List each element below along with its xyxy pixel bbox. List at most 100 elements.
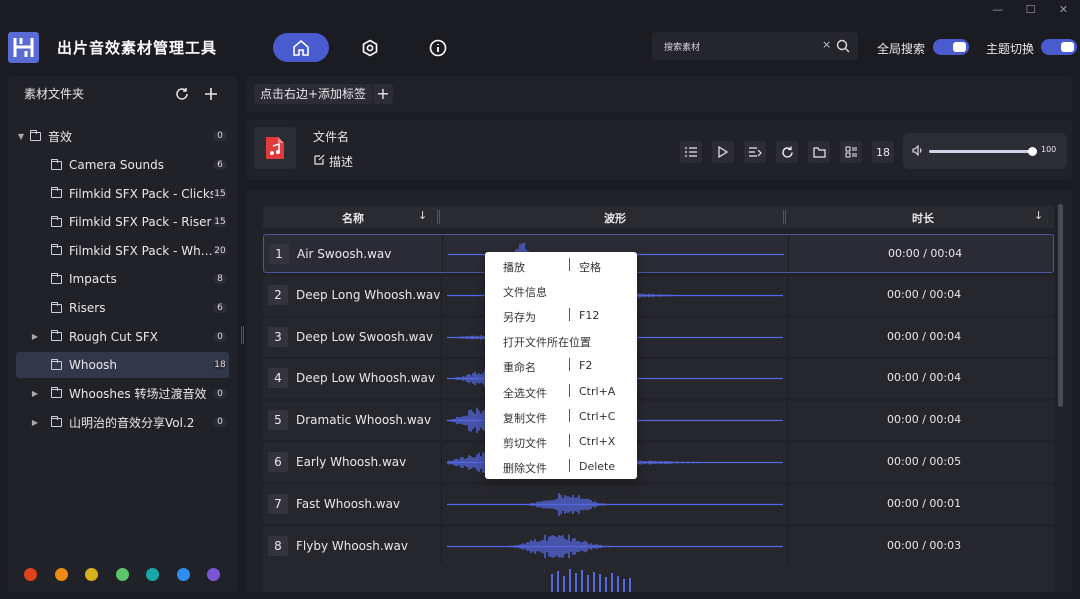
- app-logo-icon: [8, 32, 39, 63]
- table-row[interactable]: 8 Flyby Whoosh.wav 00:00 / 00:03: [263, 526, 1054, 566]
- menu-separator: [569, 408, 570, 422]
- expand-caret-icon[interactable]: ▼: [16, 132, 26, 141]
- column-divider: [788, 235, 789, 272]
- close-button[interactable]: ✕: [1047, 0, 1080, 18]
- table-row[interactable]: 1 Air Swoosh.wav 00:00 / 00:04: [263, 234, 1054, 273]
- color-tag-dot[interactable]: [176, 568, 190, 581]
- expand-caret-icon[interactable]: ▶: [16, 418, 42, 427]
- file-name: Fast Whoosh.wav: [296, 496, 401, 511]
- scrollbar[interactable]: [1058, 204, 1063, 407]
- sidebar-resize-handle[interactable]: [241, 326, 244, 344]
- tree-item-label: 音效: [48, 129, 73, 144]
- description-label[interactable]: 描述: [329, 153, 353, 170]
- volume-slider[interactable]: [929, 147, 1037, 156]
- refresh-icon[interactable]: [175, 87, 189, 101]
- theme-switch-toggle[interactable]: [1041, 39, 1077, 55]
- waveform[interactable]: [447, 527, 783, 566]
- column-header-waveform: 波形: [604, 212, 626, 225]
- expand-caret-icon[interactable]: ▶: [16, 332, 42, 341]
- next-button[interactable]: [744, 141, 766, 163]
- color-tag-dot[interactable]: [54, 568, 68, 581]
- play-button[interactable]: [712, 141, 734, 163]
- table-row[interactable]: 7 Fast Whoosh.wav 00:00 / 00:01: [263, 484, 1054, 524]
- context-menu-item[interactable]: 剪切文件 Ctrl+X: [485, 429, 637, 454]
- sidebar-folder-item[interactable]: Camera Sounds 6: [16, 152, 229, 178]
- column-resizer[interactable]: [783, 210, 786, 224]
- search-icon[interactable]: [836, 39, 850, 53]
- expand-caret-icon[interactable]: ▶: [16, 389, 42, 398]
- context-menu-item[interactable]: 另存为 F12: [485, 303, 637, 328]
- minimize-button[interactable]: —: [981, 0, 1014, 18]
- sidebar-folder-item[interactable]: ▶ Rough Cut SFX 0: [16, 324, 229, 350]
- home-button[interactable]: [273, 33, 329, 62]
- context-menu-item[interactable]: 播放 空格: [485, 253, 637, 278]
- repeat-icon: [781, 146, 793, 158]
- sidebar-folder-item[interactable]: Filmkid SFX Pack - Wh… 20: [16, 238, 229, 264]
- table-row[interactable]: 5 Dramatic Whoosh.wav 00:00 / 00:04: [263, 401, 1054, 441]
- color-tag-dot[interactable]: [207, 568, 220, 581]
- menu-separator: [569, 458, 570, 472]
- context-menu-item[interactable]: 打开文件所在位置: [485, 328, 637, 353]
- add-tag-button[interactable]: +: [373, 84, 393, 104]
- column-divider: [787, 526, 788, 566]
- color-tag-dot[interactable]: [85, 568, 98, 581]
- file-duration: 00:00 / 00:04: [887, 371, 962, 385]
- context-menu-item[interactable]: 全选文件 Ctrl+A: [485, 379, 637, 404]
- column-header-name[interactable]: 名称: [342, 210, 364, 226]
- add-folder-icon[interactable]: [204, 87, 218, 101]
- sidebar-item-label: 山明治的音效分享Vol.2: [69, 415, 195, 430]
- table-row[interactable]: 2 Deep Long Whoosh.wav 00:00 / 00:04: [263, 275, 1054, 315]
- table-row[interactable]: 6 Early Whoosh.wav 00:00 / 00:05: [263, 443, 1054, 482]
- settings-button[interactable]: [342, 33, 398, 62]
- color-tag-dot[interactable]: [24, 568, 37, 581]
- sidebar-folder-item[interactable]: Risers 6: [16, 295, 229, 321]
- search-box[interactable]: 搜索素材 ×: [652, 32, 858, 60]
- edit-icon[interactable]: [314, 154, 325, 165]
- menu-item-label: 复制文件: [503, 411, 547, 425]
- context-menu-item[interactable]: 复制文件 Ctrl+C: [485, 404, 637, 429]
- context-menu-item[interactable]: 删除文件 Delete: [485, 454, 637, 479]
- column-divider: [441, 359, 442, 399]
- info-button[interactable]: [410, 33, 466, 62]
- open-folder-button[interactable]: [808, 141, 830, 163]
- sidebar-item-count: 6: [213, 303, 227, 313]
- row-number: 4: [268, 368, 288, 389]
- folder-icon: [51, 358, 62, 370]
- sort-down-icon[interactable]: ↓: [418, 209, 427, 222]
- column-resizer[interactable]: [437, 210, 440, 224]
- table-row[interactable]: 3 Deep Low Swoosh.wav 00:00 / 00:04: [263, 317, 1054, 357]
- table-row[interactable]: 4 Deep Low Whoosh.wav 00:00 / 00:04: [263, 359, 1054, 399]
- theme-switch-label: 主题切换: [986, 42, 1035, 56]
- sidebar-folder-item[interactable]: ▶ Whooshes 转场过渡音效 0: [16, 381, 229, 407]
- sidebar-folder-item[interactable]: Whoosh 18: [16, 352, 229, 379]
- volume-icon[interactable]: [912, 145, 924, 156]
- global-search-toggle[interactable]: [933, 39, 969, 55]
- sort-down-icon[interactable]: ↓: [1034, 209, 1043, 222]
- volume-knob[interactable]: [1027, 147, 1037, 156]
- context-menu-item[interactable]: 重命名 F2: [485, 353, 637, 378]
- playlist-button[interactable]: [680, 141, 702, 163]
- color-tag-dot[interactable]: [115, 568, 129, 581]
- clear-search-icon[interactable]: ×: [822, 38, 831, 51]
- table-row-partial[interactable]: [263, 564, 1054, 592]
- sidebar-folder-item[interactable]: Impacts 8: [16, 266, 229, 292]
- sidebar-folder-item[interactable]: Filmkid SFX Pack - Riser 15: [16, 209, 229, 235]
- menu-item-shortcut: Ctrl+X: [579, 434, 616, 448]
- column-divider: [787, 317, 788, 357]
- sidebar-folder-item[interactable]: ▶ 山明治的音效分享Vol.2 0: [16, 409, 229, 435]
- color-tag-dot[interactable]: [146, 568, 159, 581]
- context-menu-item[interactable]: 文件信息: [485, 278, 637, 303]
- tree-item-count: 0: [213, 131, 227, 141]
- menu-separator: [569, 433, 570, 447]
- column-header-duration[interactable]: 时长: [912, 210, 934, 226]
- add-tag-hint[interactable]: 点击右边+添加标签: [254, 84, 373, 104]
- tree-root-sound-effects[interactable]: ▼ 音效 0: [16, 123, 229, 149]
- waveform[interactable]: [447, 485, 783, 524]
- sidebar-item-count: 0: [213, 331, 227, 342]
- loop-button[interactable]: [776, 141, 798, 163]
- sidebar-folder-item[interactable]: Filmkid SFX Pack - Clicks 15: [16, 181, 229, 207]
- search-input[interactable]: 搜索素材: [664, 40, 700, 53]
- menu-item-label: 打开文件所在位置: [503, 336, 591, 350]
- view-mode-button[interactable]: [840, 141, 862, 163]
- maximize-button[interactable]: ☐: [1014, 0, 1047, 18]
